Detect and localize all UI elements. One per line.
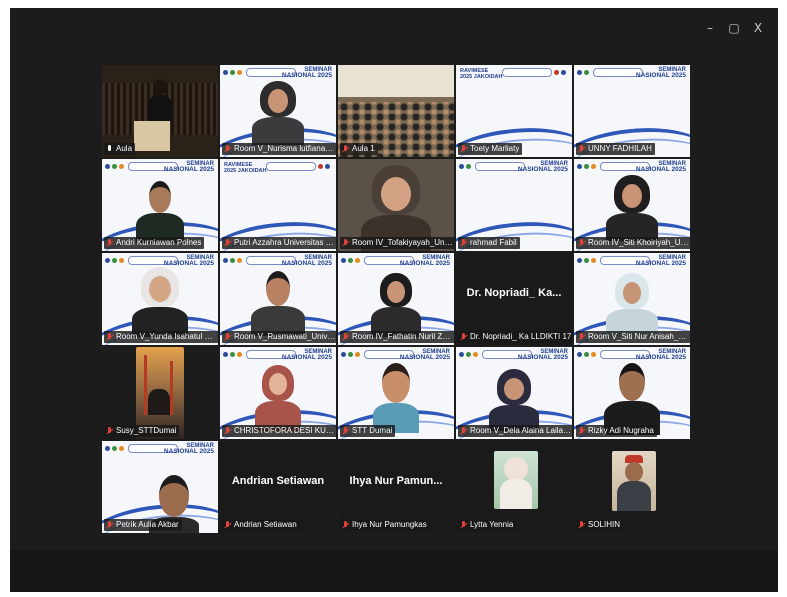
- restore-button[interactable]: ▢: [722, 18, 746, 38]
- microphone-muted-icon: [224, 238, 232, 248]
- video-tile[interactable]: Room IV_Tofakiyayah_Universit...: [338, 159, 454, 251]
- participant-name-label: Andri Kurniawan Polnes: [104, 237, 205, 249]
- video-tile[interactable]: SEMINAR NASIONAL 2025 Andri Kurniawan Pol…: [102, 159, 218, 251]
- video-tile[interactable]: RAVIMESE 2025 JAKOIDAH Putri Azzahra Univ…: [220, 159, 336, 251]
- microphone-muted-icon: [342, 144, 350, 154]
- microphone-muted-icon: [224, 426, 232, 436]
- close-button[interactable]: X: [746, 18, 770, 38]
- toolbar-area: [10, 550, 778, 592]
- participant-name-label: SOLIHIN: [576, 519, 624, 531]
- microphone-muted-icon: [224, 144, 232, 154]
- participant-display-name: Andrian Setiawan: [231, 475, 325, 487]
- microphone-muted-icon: [342, 520, 350, 530]
- participant-name-label: Rizky Adi Nugraha: [576, 425, 657, 437]
- participant-name-label: Room V_Rusmawati_Universit...: [222, 331, 336, 343]
- microphone-muted-icon: [578, 332, 586, 342]
- microphone-muted-icon: [106, 238, 114, 248]
- participant-name-label: Putri Azzahra Universitas Mu...: [222, 237, 336, 249]
- microphone-muted-icon: [578, 238, 586, 248]
- video-tile[interactable]: Lytta Yennia: [456, 441, 572, 533]
- participant-name-label: Toety Marliaty: [458, 143, 523, 155]
- video-tile[interactable]: Susy_STTDumai: [102, 347, 218, 439]
- participant-name-label: Dr. Nopriadi_ Ka LLDIKTI 17: [458, 331, 572, 343]
- participant-display-name: Dr. Nopriadi_ Ka...: [466, 287, 562, 299]
- video-tile[interactable]: SEMINAR NASIONAL 2025 Petrik Aulia Akbar: [102, 441, 218, 533]
- video-tile[interactable]: SEMINAR NASIONAL 2025 Room V_Rusmawati_Un…: [220, 253, 336, 345]
- participant-name-label: Susy_STTDumai: [104, 425, 180, 437]
- participant-name-label: Aula 1: [340, 143, 378, 155]
- video-tile[interactable]: SEMINAR NASIONAL 2025 rahmad Fabil: [456, 159, 572, 251]
- participant-name-label: Room IV_Siti Khoiriyah_Univer...: [576, 237, 690, 249]
- participant-name-label: STT Dumai: [340, 425, 396, 437]
- participant-name-label: Room IV_Tofakiyayah_Universit...: [340, 237, 454, 249]
- microphone-muted-icon: [460, 426, 468, 436]
- video-tile[interactable]: SEMINAR NASIONAL 2025 Room V_Yunda Isahat…: [102, 253, 218, 345]
- participant-name-label: Room V_Yunda Isahatul Mua...: [104, 331, 218, 343]
- participant-display-name: Ihya Nur Pamun...: [349, 475, 443, 487]
- video-tile[interactable]: SEMINAR NASIONAL 2025 Rizky Adi Nugraha: [574, 347, 690, 439]
- microphone-muted-icon: [578, 144, 586, 154]
- minimize-button[interactable]: –: [698, 18, 722, 38]
- microphone-muted-icon: [224, 520, 232, 530]
- participant-name-label: Aula: [104, 143, 136, 155]
- microphone-muted-icon: [460, 238, 468, 248]
- microphone-muted-icon: [342, 332, 350, 342]
- video-tile[interactable]: SEMINAR NASIONAL 2025 Room IV_Fathatin Nu…: [338, 253, 454, 345]
- microphone-muted-icon: [106, 426, 114, 436]
- participant-name-label: rahmad Fabil: [458, 237, 520, 249]
- participant-name-label: Andrian Setiawan: [222, 519, 300, 531]
- participant-name-label: Room V_Dela Alaina Lailatul ...: [458, 425, 572, 437]
- participant-name-label: Room V_Siti Nur Anisah_Unive...: [576, 331, 690, 343]
- participant-name-label: CHRISTOFORA DESI KUSMIN...: [222, 425, 336, 437]
- video-tile[interactable]: Dr. Nopriadi_ Ka... Dr. Nopriadi_ Ka LLD…: [456, 253, 572, 345]
- microphone-muted-icon: [460, 332, 468, 342]
- video-tile[interactable]: Andrian Setiawan Andrian Setiawan: [220, 441, 336, 533]
- microphone-muted-icon: [342, 238, 350, 248]
- video-tile[interactable]: RAVIMESE 2025 JAKOIDAH Toety Marliaty: [456, 65, 572, 157]
- microphone-icon: [106, 144, 114, 154]
- microphone-muted-icon: [224, 332, 232, 342]
- participant-name-label: Ihya Nur Pamungkas: [340, 519, 430, 531]
- video-tile[interactable]: SEMINAR NASIONAL 2025 CHRISTOFORA DESI KU…: [220, 347, 336, 439]
- participant-name-label: Room IV_Fathatin Nuril Zama...: [340, 331, 454, 343]
- participant-name-label: Petrik Aulia Akbar: [104, 519, 182, 531]
- profile-photo: [494, 451, 538, 509]
- video-tile[interactable]: SEMINAR NASIONAL 2025 Room V_Dela Alaina …: [456, 347, 572, 439]
- video-tile[interactable]: Aula 1: [338, 65, 454, 157]
- participant-name-label: Room V_Nurisma lutfiana_Univ...: [222, 143, 336, 155]
- window-controls: – ▢ X: [698, 18, 770, 38]
- profile-photo: [612, 451, 656, 511]
- video-tile[interactable]: SEMINAR NASIONAL 2025 STT Dumai: [338, 347, 454, 439]
- microphone-muted-icon: [460, 144, 468, 154]
- microphone-muted-icon: [578, 426, 586, 436]
- video-tile[interactable]: SEMINAR NASIONAL 2025 Room V_Siti Nur Ani…: [574, 253, 690, 345]
- microphone-muted-icon: [578, 520, 586, 530]
- video-tile[interactable]: SEMINAR NASIONAL 2025 Room IV_Siti Khoiri…: [574, 159, 690, 251]
- video-tile[interactable]: SEMINAR NASIONAL 2025 UNNY FADHILAH: [574, 65, 690, 157]
- video-tile[interactable]: Aula: [102, 65, 218, 157]
- participant-name-label: UNNY FADHILAH: [576, 143, 655, 155]
- microphone-muted-icon: [342, 426, 350, 436]
- microphone-muted-icon: [106, 332, 114, 342]
- microphone-muted-icon: [106, 520, 114, 530]
- participant-name-label: Lytta Yennia: [458, 519, 517, 531]
- video-tile[interactable]: SEMINAR NASIONAL 2025 Room V_Nurisma lutf…: [220, 65, 336, 157]
- microphone-muted-icon: [460, 520, 468, 530]
- video-tile[interactable]: Ihya Nur Pamun... Ihya Nur Pamungkas: [338, 441, 454, 533]
- video-tile[interactable]: SOLIHIN: [574, 441, 690, 533]
